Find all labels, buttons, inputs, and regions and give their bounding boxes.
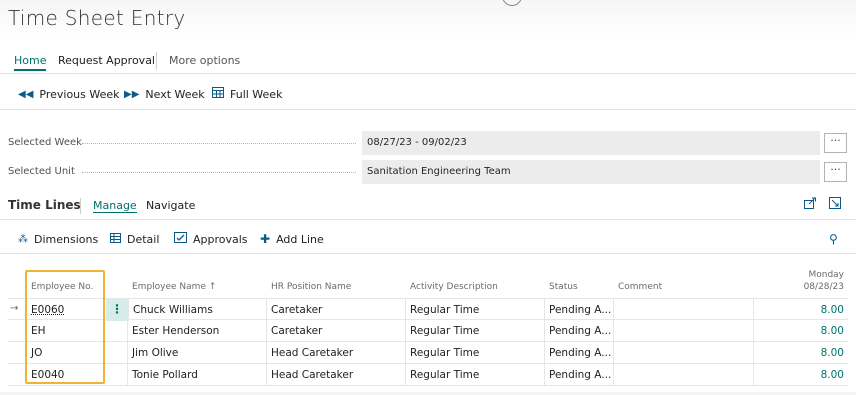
dimensions-button[interactable]: ⁂ Dimensions [18,231,98,247]
status-cell[interactable]: Pending A... [545,299,614,321]
hours-cell[interactable]: 8.00 [754,320,848,342]
selected-unit-lookup-button[interactable]: ··· [824,162,847,182]
time-lines-title: Time Lines [8,198,81,212]
row-actions-kebab-icon[interactable]: ⋮ [106,299,128,321]
approvals-button[interactable]: Approvals [174,231,248,247]
approvals-label: Approvals [193,232,248,246]
leader-dots [82,172,356,173]
time-lines-header: Time Lines Manage Navigate [0,196,856,220]
table-row[interactable]: JO Jim Olive Head Caretaker Regular Time… [8,342,848,364]
divider [80,198,81,214]
employee-name-cell[interactable]: Chuck Williams [128,299,267,321]
activity-cell[interactable]: Regular Time [406,342,545,364]
expand-icon[interactable] [829,197,841,212]
pin-icon[interactable]: ⚲ [829,232,838,246]
detail-label: Detail [127,232,160,246]
selected-week-label: Selected Week [8,137,82,148]
tab-manage[interactable]: Manage [93,199,137,213]
selected-unit-field[interactable]: Sanitation Engineering Team [362,160,820,184]
status-cell[interactable]: Pending A... [545,320,614,342]
add-line-label: Add Line [276,232,324,246]
col-status[interactable]: Status [545,262,614,298]
tab-home[interactable]: Home [14,54,47,71]
status-cell[interactable]: Pending A... [545,364,614,386]
col-hr-position[interactable]: HR Position Name [267,262,406,298]
col-employee-name[interactable]: Employee Name ↑ [128,262,268,298]
add-line-button[interactable]: ✚ Add Line [260,231,324,247]
next-week-label: Next Week [145,87,205,101]
tab-navigate[interactable]: Navigate [146,199,195,212]
share-icon[interactable] [804,197,817,212]
action-bar: Home Request Approval More options [0,50,856,74]
activity-cell[interactable]: Regular Time [406,320,545,342]
calendar-grid-icon [212,87,224,101]
hr-position-cell[interactable]: Caretaker [267,320,406,342]
previous-week-button[interactable]: ◀◀ Previous Week [18,86,120,102]
hr-position-cell[interactable]: Head Caretaker [267,364,406,386]
employee-no-column-highlight [25,270,105,384]
hours-cell[interactable]: 8.00 [754,299,848,321]
col-comment[interactable]: Comment [614,262,754,298]
col-monday[interactable]: Monday 08/28/23 [768,262,848,298]
comment-cell[interactable] [614,364,754,386]
comment-cell[interactable] [614,342,754,364]
tab-request-approval[interactable]: Request Approval [58,54,155,67]
dimensions-label: Dimensions [34,232,99,246]
comment-cell[interactable] [614,320,754,342]
selected-week-lookup-button[interactable]: ··· [824,133,847,153]
previous-icon: ◀◀ [18,88,34,100]
next-icon: ▶▶ [124,88,140,100]
selected-week-row: Selected Week 08/27/23 - 09/02/23 ··· [0,131,856,155]
full-week-button[interactable]: Full Week [212,86,282,102]
time-lines-actions: ⁂ Dimensions Detail Approvals ✚ Add Line… [0,226,856,254]
employee-name-cell[interactable]: Jim Olive [128,342,267,364]
selected-week-field[interactable]: 08/27/23 - 09/02/23 [362,131,820,155]
detail-button[interactable]: Detail [110,231,159,247]
employee-name-cell[interactable]: Tonie Pollard [128,364,267,386]
current-row-arrow-icon: → [10,303,19,314]
hr-position-cell[interactable]: Caretaker [267,299,406,321]
comment-cell[interactable] [614,299,754,321]
hours-cell[interactable]: 8.00 [754,364,848,386]
status-cell[interactable]: Pending A... [545,342,614,364]
table-row[interactable]: E0040 Tonie Pollard Head Caretaker Regul… [8,364,848,386]
leader-dots [82,143,356,144]
selected-unit-label: Selected Unit [8,166,75,177]
activity-cell[interactable]: Regular Time [406,364,545,386]
full-week-label: Full Week [230,87,283,101]
more-options-button[interactable]: More options [169,54,240,67]
col-monday-date: 08/28/23 [803,282,844,292]
plus-icon: ✚ [260,232,271,246]
hr-position-cell[interactable]: Head Caretaker [267,342,406,364]
activity-cell[interactable]: Regular Time [406,299,545,321]
dimensions-icon: ⁂ [18,233,28,245]
table-row[interactable]: EH Ester Henderson Caretaker Regular Tim… [8,320,848,342]
col-monday-day: Monday [808,270,844,280]
approvals-icon [174,232,187,246]
table-row[interactable]: → E0060 ⋮ Chuck Williams Caretaker Regul… [8,298,848,321]
selected-unit-row: Selected Unit Sanitation Engineering Tea… [0,160,856,184]
col-activity[interactable]: Activity Description [406,262,545,298]
page-title: Time Sheet Entry [8,6,186,30]
previous-week-label: Previous Week [39,87,120,101]
divider [156,52,157,70]
next-week-button[interactable]: ▶▶ Next Week [124,86,205,102]
week-navigation-bar: ◀◀ Previous Week ▶▶ Next Week Full Week [0,80,856,110]
employee-name-cell[interactable]: Ester Henderson [128,320,267,342]
hours-cell[interactable]: 8.00 [754,342,848,364]
detail-grid-icon [110,232,121,246]
